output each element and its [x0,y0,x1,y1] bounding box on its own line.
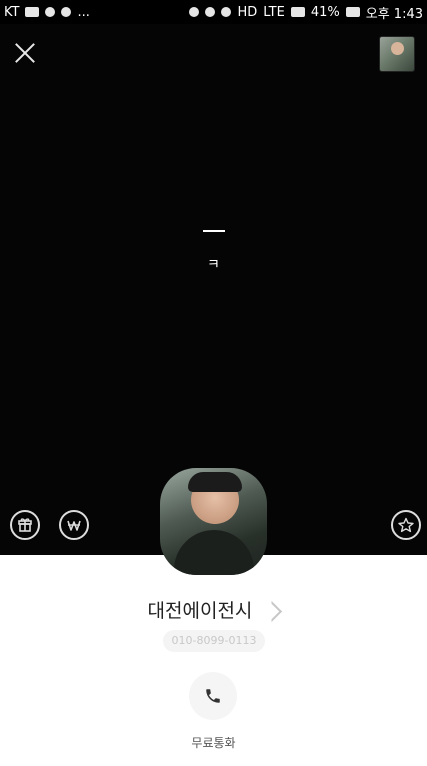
won-icon[interactable] [59,510,89,540]
gift-icon[interactable] [10,510,40,540]
profile-hair [188,472,242,492]
battery-percent: 41% [310,4,340,20]
won-glyph-icon [67,520,81,531]
phone-icon [206,689,220,703]
more-notifications: ... [77,4,90,20]
signal-icon [290,7,305,17]
cover-thumbnail[interactable] [379,36,415,72]
close-icon[interactable] [14,42,36,64]
star-glyph-icon [398,517,414,533]
pill-notification-icon [45,7,56,17]
b-app-notification-icon [61,7,72,17]
lte-label: LTE [263,4,285,20]
pencil-icon[interactable] [261,600,283,623]
battery-icon [345,7,360,17]
phone-number: 010-8099-0113 [163,630,265,652]
status-message: ㅋ [0,220,427,274]
profile-name: 대전에이전시 [147,600,253,622]
status-char: ㅋ [207,257,220,273]
profile-collar [174,530,254,575]
time-label: 오후 1:43 [365,6,423,22]
free-call-button[interactable] [189,672,237,720]
status-bar: KT ... HD LTE 41% 오후 1:43 [0,0,427,24]
bluetooth-icon [189,7,200,17]
free-call-label: 무료통화 [191,736,236,750]
carrier-label: KT [4,4,20,20]
image-notification-icon [25,7,40,17]
status-dash [202,230,225,232]
mute-icon [205,7,216,17]
alarm-icon [221,7,232,17]
profile-name-row: 대전에이전시 [0,596,427,623]
star-icon[interactable] [391,510,421,540]
hd-label: HD [237,4,258,20]
profile-photo[interactable] [160,468,267,575]
gift-glyph-icon [18,518,32,532]
